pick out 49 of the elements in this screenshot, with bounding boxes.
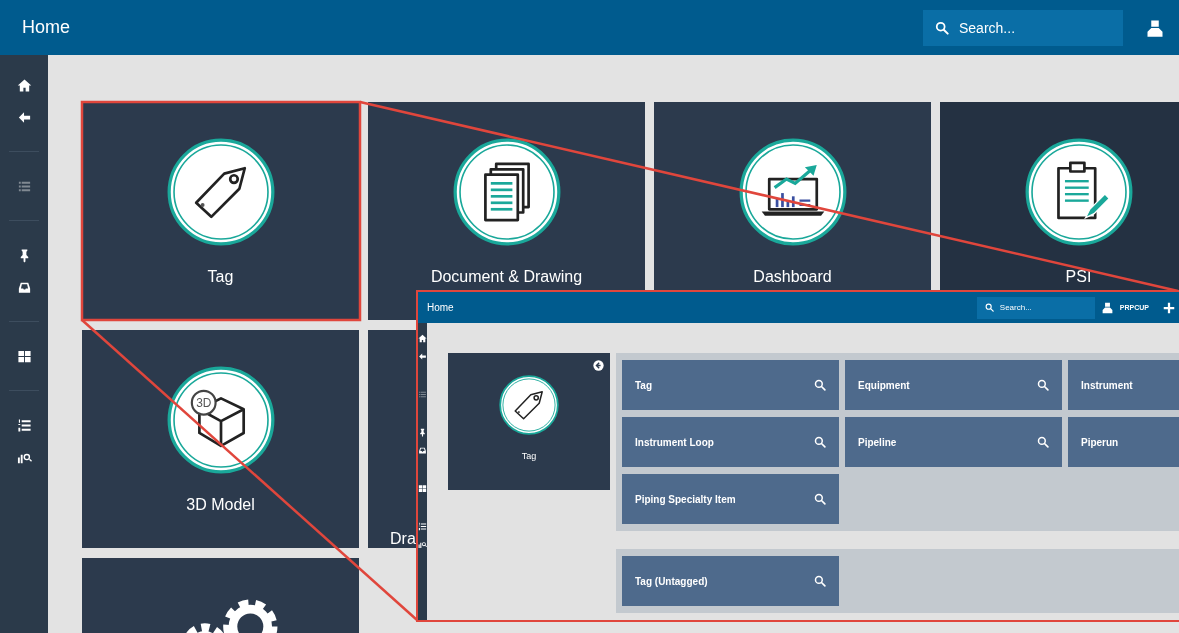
grid-icon[interactable] xyxy=(418,483,427,493)
search-field[interactable]: Search... xyxy=(976,296,1095,319)
tile-label: Dashboard xyxy=(753,268,832,286)
page-title: Home xyxy=(427,302,454,313)
tile-label: Dra xyxy=(389,530,416,548)
category-button[interactable]: Tag xyxy=(622,360,839,410)
clipboard-icon xyxy=(1024,138,1133,246)
category-button[interactable]: Equipment xyxy=(845,360,1062,410)
tile-label: Tag xyxy=(207,268,234,286)
pin-icon[interactable] xyxy=(418,427,427,437)
search-icon xyxy=(814,493,826,505)
documents-icon xyxy=(452,138,561,246)
dashboard-icon xyxy=(738,138,847,246)
plus-icon[interactable] xyxy=(1163,301,1175,314)
back-arrow-icon[interactable] xyxy=(418,351,427,361)
grid-icon[interactable] xyxy=(16,348,32,364)
category-button[interactable]: Pipeline xyxy=(845,417,1062,467)
tile-label: Tag xyxy=(521,451,537,461)
tile-label: Document & Drawing xyxy=(430,268,583,286)
search-icon xyxy=(935,20,949,35)
search-icon xyxy=(1037,379,1049,391)
tag-icon xyxy=(166,138,275,246)
cube-3d-icon: 3D xyxy=(166,366,275,474)
search-icon xyxy=(814,436,826,448)
tile-label: 3D Model xyxy=(186,496,255,514)
category-button[interactable]: Instrument Loop xyxy=(622,417,839,467)
tile-label: PSI xyxy=(1065,268,1092,286)
tile[interactable]: Tag xyxy=(82,102,359,320)
home-icon[interactable] xyxy=(418,333,427,343)
search-icon xyxy=(1037,436,1049,448)
category-button[interactable]: Instrument xyxy=(1068,360,1179,410)
chart-search-icon[interactable] xyxy=(418,539,427,549)
search-icon xyxy=(814,379,826,391)
inbox-icon[interactable] xyxy=(418,445,427,455)
tile[interactable]: Tag xyxy=(448,353,610,490)
tag-icon xyxy=(499,375,559,435)
page-title: Home xyxy=(22,17,70,38)
search-icon xyxy=(814,575,826,587)
tile[interactable]: 3D 3D Model xyxy=(82,330,359,548)
category-button[interactable]: Piping Specialty Item xyxy=(622,474,839,524)
user-icon[interactable] xyxy=(1100,301,1114,314)
numbered-list-icon[interactable] xyxy=(16,417,32,433)
home-icon[interactable] xyxy=(16,77,32,93)
search-field[interactable]: Search... xyxy=(923,9,1123,46)
category-button[interactable]: Tag (Untagged) xyxy=(622,556,839,606)
category-button[interactable]: Piperun xyxy=(1068,417,1179,467)
search-icon xyxy=(984,302,994,312)
numbered-list-icon[interactable] xyxy=(418,521,427,531)
circle-arrow-icon[interactable] xyxy=(593,360,604,371)
